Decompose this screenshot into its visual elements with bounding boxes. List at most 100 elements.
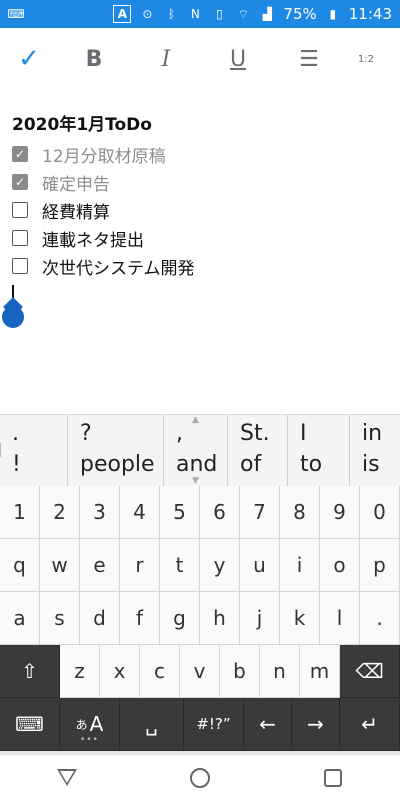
suggestion-item[interactable]: St. of xyxy=(228,415,288,486)
key-5[interactable]: 5 xyxy=(160,486,200,539)
suggestion-top[interactable]: . xyxy=(12,419,67,449)
function-row: ⌨ あA ••• ␣ #!?” ← → ↵ xyxy=(0,698,400,751)
signal-icon: ▟ xyxy=(262,7,273,21)
suggestion-item[interactable]: in is xyxy=(350,415,400,486)
suggestion-top[interactable]: in xyxy=(362,419,400,449)
more-dots-icon: ••• xyxy=(80,735,99,745)
bold-button[interactable]: B xyxy=(58,28,130,90)
vibrate-icon: ▯ xyxy=(216,7,223,21)
key-t[interactable]: t xyxy=(160,539,200,592)
todo-item[interactable]: 経費精算 xyxy=(12,196,392,224)
key-f[interactable]: f xyxy=(120,592,160,645)
suggestion-top[interactable]: I xyxy=(300,419,349,449)
checkbox-unchecked[interactable] xyxy=(12,258,28,274)
emoji-keyboard-key[interactable]: ⌨ xyxy=(0,698,60,751)
key-z[interactable]: z xyxy=(60,645,100,698)
soft-keyboard: 1 2 3 4 5 6 7 8 9 0 q w e r t y u i o p … xyxy=(0,486,400,754)
key-2[interactable]: 2 xyxy=(40,486,80,539)
todo-item[interactable]: 連載ネタ提出 xyxy=(12,224,392,252)
suggestion-bottom[interactable]: to xyxy=(300,450,349,480)
key-1[interactable]: 1 xyxy=(0,486,40,539)
done-check-button[interactable]: ✓ xyxy=(0,28,58,90)
key-c[interactable]: c xyxy=(140,645,180,698)
suggestion-bottom[interactable]: and xyxy=(176,450,227,480)
suggestion-strip: . ! ? people ▲ , and ▼ St. of I to in is xyxy=(0,414,400,486)
suggestion-bottom[interactable]: is xyxy=(362,450,400,480)
key-x[interactable]: x xyxy=(100,645,140,698)
bullet-list-button[interactable]: ☰ xyxy=(274,28,344,90)
italic-button[interactable]: I xyxy=(130,28,202,90)
keyboard-icon: ⌨ xyxy=(7,7,25,21)
arrow-right-icon: → xyxy=(307,712,324,736)
note-title[interactable]: 2020年1月ToDo xyxy=(12,110,392,140)
key-period[interactable]: . xyxy=(360,592,400,645)
todo-item[interactable]: ✓ 確定申告 xyxy=(12,168,392,196)
number-row: 1 2 3 4 5 6 7 8 9 0 xyxy=(0,486,400,539)
suggestion-item[interactable]: ▲ , and ▼ xyxy=(164,415,228,486)
todo-item[interactable]: ✓ 12月分取材原稿 xyxy=(12,140,392,168)
key-w[interactable]: w xyxy=(40,539,80,592)
battery-icon: ▮ xyxy=(329,7,337,21)
key-3[interactable]: 3 xyxy=(80,486,120,539)
key-y[interactable]: y xyxy=(200,539,240,592)
checkbox-unchecked[interactable] xyxy=(12,202,28,218)
key-n[interactable]: n xyxy=(260,645,300,698)
key-h[interactable]: h xyxy=(200,592,240,645)
todo-text: 確定申告 xyxy=(42,174,110,195)
suggestion-item[interactable]: I to xyxy=(288,415,350,486)
key-e[interactable]: e xyxy=(80,539,120,592)
checkbox-checked[interactable]: ✓ xyxy=(12,146,28,162)
key-8[interactable]: 8 xyxy=(280,486,320,539)
key-l[interactable]: l xyxy=(320,592,360,645)
checkbox-unchecked[interactable] xyxy=(12,230,28,246)
note-editor[interactable]: 2020年1月ToDo ✓ 12月分取材原稿 ✓ 確定申告 経費精算 連載ネタ提… xyxy=(12,110,392,280)
key-j[interactable]: j xyxy=(240,592,280,645)
key-d[interactable]: d xyxy=(80,592,120,645)
key-i[interactable]: i xyxy=(280,539,320,592)
cursor-handle[interactable] xyxy=(2,306,24,328)
key-a[interactable]: a xyxy=(0,592,40,645)
symbols-key[interactable]: #!?” xyxy=(184,698,244,751)
key-q[interactable]: q xyxy=(0,539,40,592)
key-7[interactable]: 7 xyxy=(240,486,280,539)
recents-icon xyxy=(324,768,343,787)
key-0[interactable]: 0 xyxy=(360,486,400,539)
arrow-right-key[interactable]: → xyxy=(292,698,340,751)
arrow-left-key[interactable]: ← xyxy=(244,698,292,751)
home-button[interactable] xyxy=(170,755,230,800)
suggestion-bottom[interactable]: ! xyxy=(12,450,67,480)
checkbox-checked[interactable]: ✓ xyxy=(12,174,28,190)
key-r[interactable]: r xyxy=(120,539,160,592)
key-m[interactable]: m xyxy=(300,645,340,698)
key-9[interactable]: 9 xyxy=(320,486,360,539)
key-b[interactable]: b xyxy=(220,645,260,698)
backspace-key[interactable]: ⌫ xyxy=(340,645,400,698)
top-letter-row: q w e r t y u i o p xyxy=(0,539,400,592)
bluetooth-icon: ᛒ xyxy=(167,7,176,21)
key-p[interactable]: p xyxy=(360,539,400,592)
shift-key[interactable]: ⇧ xyxy=(0,645,60,698)
key-o[interactable]: o xyxy=(320,539,360,592)
key-u[interactable]: u xyxy=(240,539,280,592)
recents-button[interactable] xyxy=(303,755,363,800)
key-g[interactable]: g xyxy=(160,592,200,645)
back-button[interactable] xyxy=(37,755,97,800)
key-v[interactable]: v xyxy=(180,645,220,698)
numbered-list-button[interactable]: 1:2 xyxy=(344,28,374,90)
suggestion-top[interactable]: ? xyxy=(80,419,163,449)
suggestion-bottom[interactable]: people xyxy=(80,450,163,480)
suggestion-bottom[interactable]: of xyxy=(240,450,287,480)
todo-item[interactable]: 次世代システム開発 xyxy=(12,252,392,280)
key-6[interactable]: 6 xyxy=(200,486,240,539)
suggestion-item[interactable]: ? people xyxy=(68,415,164,486)
enter-key[interactable]: ↵ xyxy=(340,698,400,751)
language-switch-key[interactable]: あA ••• xyxy=(60,698,120,751)
key-s[interactable]: s xyxy=(40,592,80,645)
space-key[interactable]: ␣ xyxy=(120,698,184,751)
key-k[interactable]: k xyxy=(280,592,320,645)
key-4[interactable]: 4 xyxy=(120,486,160,539)
suggestion-item[interactable]: . ! xyxy=(0,415,68,486)
suggestion-top[interactable]: St. xyxy=(240,419,287,449)
suggestion-top[interactable]: , xyxy=(176,419,227,449)
underline-button[interactable]: U xyxy=(202,28,274,90)
